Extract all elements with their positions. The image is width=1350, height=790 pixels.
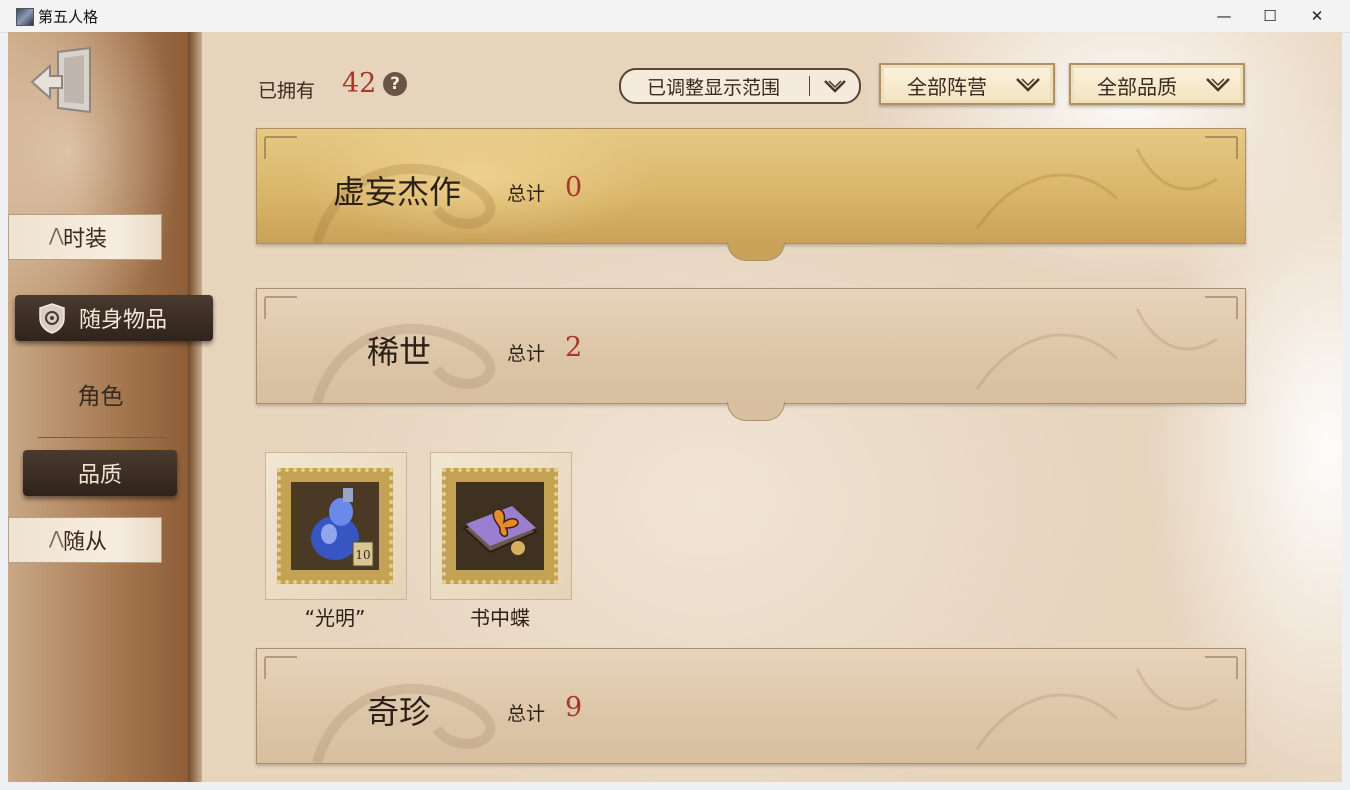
item-card[interactable]: 书中蝶 [430, 452, 572, 630]
quality-filter-dropdown[interactable]: 全部品质 [1069, 63, 1245, 105]
item-stamp: 10 [277, 468, 393, 584]
category-name: 奇珍 [367, 693, 432, 731]
tab-accessories[interactable]: 随身物品 [15, 295, 213, 341]
window-title: 第五人格 [38, 8, 99, 26]
category-name: 稀世 [367, 333, 432, 371]
window-titlebar: 第五人格 — ☐ ✕ [0, 0, 1350, 33]
category-total-label: 总计 [507, 703, 546, 725]
help-icon[interactable]: ? [383, 72, 407, 96]
category-name: 虚妄杰作 [333, 173, 462, 211]
category-total-label: 总计 [507, 183, 546, 205]
tab-mark-icon: ⋀ [49, 528, 64, 549]
minimize-button[interactable]: — [1201, 0, 1247, 32]
category-banner-curio[interactable]: 奇珍 总计 9 [256, 648, 1246, 764]
category-total-value: 9 [565, 692, 583, 723]
display-range-dropdown[interactable]: 已调整显示范围 [619, 68, 861, 104]
display-range-label: 已调整显示范围 [647, 77, 781, 99]
tab-mark-icon: ⋀ [49, 225, 64, 246]
maximize-button[interactable]: ☐ [1247, 0, 1293, 32]
dropdown-separator [809, 76, 810, 96]
potion-icon: 10 [291, 482, 379, 570]
chevron-down-icon [1016, 78, 1040, 92]
quality-sort-button[interactable]: 品质 [23, 450, 177, 496]
category-total-value: 0 [565, 172, 583, 203]
banner-notch [727, 402, 785, 421]
shield-icon [39, 303, 65, 334]
close-button[interactable]: ✕ [1294, 0, 1340, 32]
item-badge: 10 [355, 548, 370, 562]
category-banner-rare[interactable]: 稀世 总计 2 [256, 288, 1246, 421]
owned-count: 42 [342, 68, 377, 99]
tab-follower-label: 随从 [62, 530, 107, 555]
faction-filter-label: 全部阵营 [907, 75, 987, 99]
item-name: “光明” [304, 606, 366, 630]
item-card[interactable]: 10 “光明” [265, 452, 407, 630]
tab-follower[interactable]: ⋀ 随从 [8, 517, 162, 563]
chevron-down-icon [1206, 78, 1230, 92]
banner-notch [727, 242, 785, 261]
category-banner-masterpiece[interactable]: 虚妄杰作 总计 0 [256, 128, 1246, 261]
category-total-value: 2 [565, 332, 583, 363]
category-total-label: 总计 [507, 343, 546, 365]
exit-door-icon[interactable] [28, 46, 94, 116]
tab-accessories-label: 随身物品 [79, 308, 168, 333]
butterfly-book-icon [456, 482, 544, 570]
tab-fashion-label: 时装 [62, 227, 107, 252]
item-name: 书中蝶 [470, 606, 530, 630]
role-filter-label[interactable]: 角色 [8, 377, 193, 411]
app-icon [16, 8, 34, 26]
game-viewport: ⋀ 时装 随身物品 角色 品质 ⋀ 随从 已拥有 42 ? 已调整显示范围 全部… [8, 32, 1342, 782]
tab-fashion[interactable]: ⋀ 时装 [8, 214, 162, 260]
faction-filter-dropdown[interactable]: 全部阵营 [879, 63, 1055, 105]
item-stamp [442, 468, 558, 584]
chevron-down-icon [824, 80, 846, 93]
quality-filter-label: 全部品质 [1097, 75, 1177, 99]
sidebar-divider [38, 437, 166, 438]
owned-label: 已拥有 [258, 80, 316, 102]
